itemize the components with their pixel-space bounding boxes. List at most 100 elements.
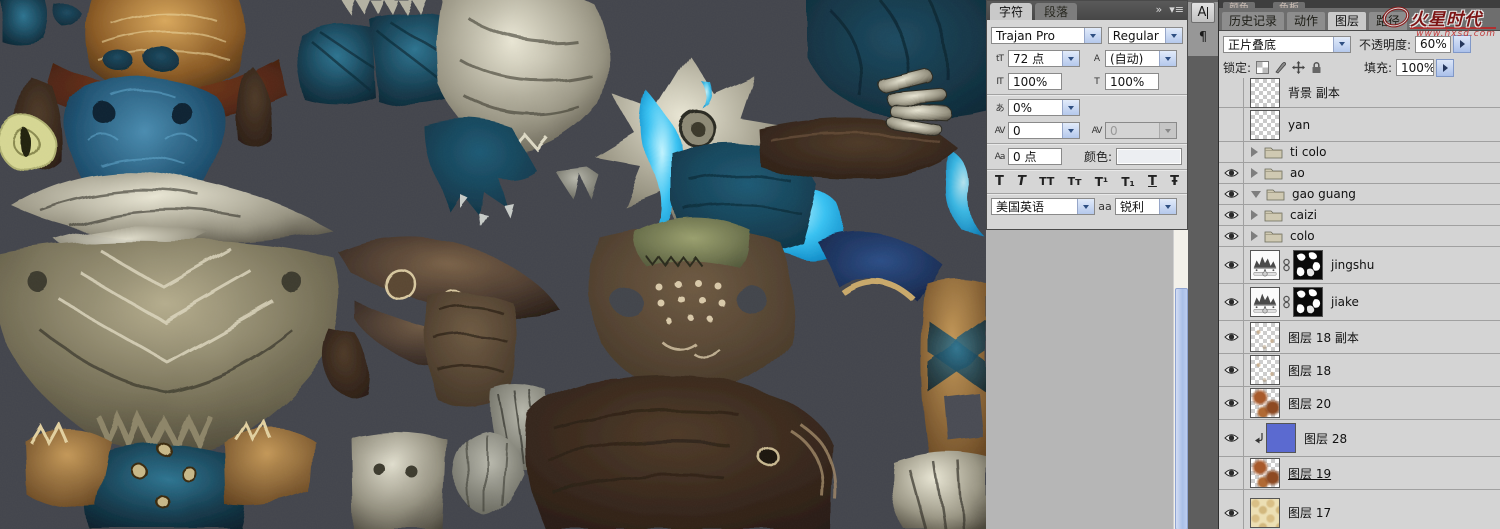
document-canvas[interactable] bbox=[0, 0, 986, 529]
layer-row-body[interactable]: 图层 20 bbox=[1244, 387, 1500, 419]
expand-group-icon[interactable] bbox=[1251, 210, 1263, 220]
visibility-eye-icon[interactable] bbox=[1219, 387, 1244, 419]
layer-row-body[interactable]: 背景 副本 bbox=[1244, 78, 1500, 108]
small-caps-button[interactable]: Tᴛ bbox=[1068, 173, 1082, 191]
visibility-toggle-empty[interactable] bbox=[1219, 108, 1244, 141]
visibility-eye-icon[interactable] bbox=[1219, 420, 1244, 456]
layer-name[interactable]: ao bbox=[1290, 166, 1305, 180]
anti-alias-select[interactable]: 锐利 bbox=[1115, 198, 1177, 215]
visibility-toggle-empty[interactable] bbox=[1219, 78, 1244, 107]
adjustment-layer-thumbnail[interactable] bbox=[1250, 250, 1280, 280]
layer-row-body[interactable]: gao guang bbox=[1244, 184, 1500, 204]
layer-thumbnail[interactable] bbox=[1250, 497, 1280, 528]
chevron-down-icon[interactable] bbox=[1165, 28, 1182, 43]
layer-row[interactable]: ao bbox=[1219, 163, 1500, 184]
visibility-eye-icon[interactable] bbox=[1219, 490, 1244, 529]
fill-input[interactable]: 100% bbox=[1396, 59, 1434, 76]
chevron-down-icon[interactable] bbox=[1333, 36, 1350, 52]
superscript-button[interactable]: T¹ bbox=[1095, 173, 1108, 191]
language-select[interactable]: 美国英语 bbox=[991, 198, 1095, 215]
layer-row-body[interactable]: ti colo bbox=[1244, 142, 1500, 162]
chevron-down-icon[interactable] bbox=[1062, 51, 1079, 66]
font-size-select[interactable]: 72 点 bbox=[1008, 50, 1080, 67]
adjustment-layer-thumbnail[interactable] bbox=[1250, 287, 1280, 317]
layer-row-body[interactable]: 图层 18 副本 bbox=[1244, 321, 1500, 353]
faux-italic-button[interactable]: T bbox=[1017, 173, 1026, 191]
layer-row[interactable]: jiake bbox=[1219, 284, 1500, 321]
chevron-down-icon[interactable] bbox=[1062, 123, 1079, 138]
layer-row[interactable]: 图层 19 bbox=[1219, 457, 1500, 490]
layer-mask-thumbnail[interactable] bbox=[1293, 250, 1323, 280]
layer-name[interactable]: gao guang bbox=[1292, 187, 1356, 201]
tab-paragraph[interactable]: 段落 bbox=[1035, 3, 1078, 20]
chevron-down-icon[interactable] bbox=[1077, 199, 1094, 214]
layer-name[interactable]: caizi bbox=[1290, 208, 1317, 222]
visibility-eye-icon[interactable] bbox=[1219, 247, 1244, 283]
tsume-select[interactable]: 0% bbox=[1008, 99, 1080, 116]
mask-link-icon[interactable] bbox=[1282, 295, 1291, 309]
kerning-select[interactable]: 0 bbox=[1008, 122, 1080, 139]
layer-name[interactable]: colo bbox=[1290, 229, 1315, 243]
lock-position-move-icon[interactable] bbox=[1291, 61, 1306, 75]
layer-mask-thumbnail[interactable] bbox=[1293, 287, 1323, 317]
text-color-swatch[interactable] bbox=[1116, 148, 1183, 165]
layer-row[interactable]: gao guang bbox=[1219, 184, 1500, 205]
layer-name[interactable]: jingshu bbox=[1331, 258, 1374, 272]
expand-group-icon[interactable] bbox=[1251, 147, 1263, 157]
layer-name[interactable]: 图层 17 bbox=[1288, 504, 1331, 521]
blend-mode-select[interactable]: 正片叠底 bbox=[1223, 35, 1351, 53]
font-family-select[interactable]: Trajan Pro bbox=[991, 27, 1102, 44]
panel-menu-icon[interactable]: ▾≡ bbox=[1169, 3, 1184, 16]
tab-history[interactable]: 历史记录 bbox=[1222, 12, 1285, 30]
visibility-toggle-empty[interactable] bbox=[1219, 142, 1244, 162]
collapse-group-icon[interactable] bbox=[1251, 190, 1261, 203]
layer-row-body[interactable]: jingshu bbox=[1244, 247, 1500, 283]
baseline-shift-input[interactable]: 0 点 bbox=[1008, 148, 1062, 165]
layer-name[interactable]: jiake bbox=[1331, 295, 1359, 309]
layer-row-body[interactable]: colo bbox=[1244, 226, 1500, 246]
document-scrollbar[interactable] bbox=[1173, 230, 1188, 529]
chevron-down-icon[interactable] bbox=[1159, 199, 1176, 214]
layer-row[interactable]: ti colo bbox=[1219, 142, 1500, 163]
underline-button[interactable]: T bbox=[1148, 173, 1157, 191]
expand-group-icon[interactable] bbox=[1251, 231, 1263, 241]
layer-row[interactable]: 图层 20 bbox=[1219, 387, 1500, 420]
layer-row-body[interactable]: 图层 18 bbox=[1244, 354, 1500, 386]
layer-name[interactable]: 图层 18 bbox=[1288, 362, 1331, 379]
opacity-input[interactable]: 60% bbox=[1415, 35, 1452, 53]
collapse-panel-icon[interactable]: » bbox=[1156, 3, 1163, 16]
subscript-button[interactable]: T₁ bbox=[1121, 173, 1134, 191]
layer-name[interactable]: ti colo bbox=[1290, 145, 1326, 159]
layer-row[interactable]: caizi bbox=[1219, 205, 1500, 226]
leading-select[interactable]: (自动) bbox=[1105, 50, 1177, 67]
visibility-eye-icon[interactable] bbox=[1219, 163, 1244, 183]
layer-thumbnail[interactable] bbox=[1266, 423, 1296, 453]
fill-spinner[interactable] bbox=[1436, 58, 1454, 77]
tab-character[interactable]: 字符 bbox=[990, 3, 1033, 20]
tab-actions[interactable]: 动作 bbox=[1287, 12, 1326, 30]
visibility-eye-icon[interactable] bbox=[1219, 184, 1244, 204]
tracking-select[interactable]: 0 bbox=[1105, 122, 1177, 139]
vertical-scale-input[interactable]: 100% bbox=[1008, 73, 1062, 90]
visibility-eye-icon[interactable] bbox=[1219, 354, 1244, 386]
font-style-select[interactable]: Regular bbox=[1107, 27, 1183, 44]
character-panel-icon[interactable]: A bbox=[1191, 2, 1215, 23]
layer-row-body[interactable]: 图层 19 bbox=[1244, 457, 1500, 489]
scrollbar-thumb[interactable] bbox=[1175, 288, 1188, 529]
layer-row[interactable]: 图层 17 bbox=[1219, 490, 1500, 529]
layer-row[interactable]: yan bbox=[1219, 108, 1500, 142]
tab-layers[interactable]: 图层 bbox=[1328, 12, 1367, 30]
layer-name[interactable]: yan bbox=[1288, 118, 1310, 132]
layer-row[interactable]: colo bbox=[1219, 226, 1500, 247]
chevron-down-icon[interactable] bbox=[1083, 28, 1101, 43]
layer-name[interactable]: 图层 28 bbox=[1304, 430, 1347, 447]
expand-group-icon[interactable] bbox=[1251, 168, 1263, 178]
mask-link-icon[interactable] bbox=[1282, 258, 1291, 272]
chevron-down-icon[interactable] bbox=[1062, 100, 1079, 115]
tab-paths[interactable]: 路径 bbox=[1369, 12, 1408, 30]
visibility-eye-icon[interactable] bbox=[1219, 457, 1244, 489]
layer-name[interactable]: 图层 18 副本 bbox=[1288, 329, 1359, 346]
layer-thumbnail[interactable] bbox=[1250, 388, 1280, 418]
layer-thumbnail[interactable] bbox=[1250, 355, 1280, 385]
layer-thumbnail[interactable] bbox=[1250, 322, 1280, 352]
